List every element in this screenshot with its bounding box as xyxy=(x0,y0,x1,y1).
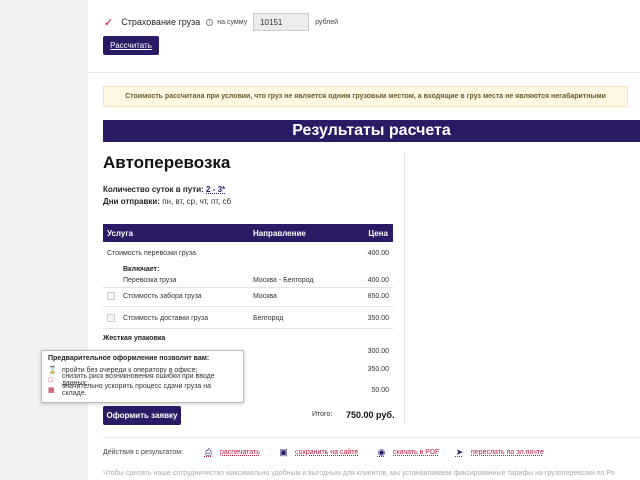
package-icon: ▦ xyxy=(48,386,55,394)
shipping-days: Дни отправки: пн, вт, ср, чт, пт, сб xyxy=(103,197,231,206)
tooltip-item: ▦ значительно ускорить процесс сдачи гру… xyxy=(48,383,237,397)
transit-label: Количество суток в пути: xyxy=(103,185,204,194)
row-direction: Белгород xyxy=(253,315,284,322)
printer-icon: ⎙ xyxy=(204,447,213,457)
calculate-button[interactable]: Рассчитать xyxy=(103,36,159,55)
insurance-row: ✓ Страхование груза i на сумму рублей xyxy=(104,12,338,32)
section-title: Автоперевозка xyxy=(103,153,231,172)
table-row: Стоимость перевозки груза xyxy=(107,250,197,257)
packaging-title: Жесткая упаковка xyxy=(103,335,166,342)
calculator-page: ✓ Страхование груза i на сумму рублей Ра… xyxy=(88,0,640,480)
shipping-days-value: пн, вт, ср, чт, пт, сб xyxy=(162,197,232,206)
send-icon: ➤ xyxy=(455,447,464,457)
row-divider xyxy=(103,306,393,307)
divider xyxy=(103,437,640,438)
row-direction: Москва xyxy=(253,293,277,300)
transit-value-link[interactable]: 2 - 3* xyxy=(206,185,225,194)
save-link[interactable]: ▣ сохранить на сайте xyxy=(279,448,358,457)
table-header: Услуга Направление Цена xyxy=(103,224,393,242)
shipping-days-label: Дни отправки: xyxy=(103,197,160,206)
insurance-label: Страхование груза xyxy=(121,17,201,27)
footer-text: Чтобы сделать наше сотрудничество максим… xyxy=(103,470,615,477)
insurance-unit: рублей xyxy=(315,18,339,26)
order-button[interactable]: Оформить заявку xyxy=(103,406,181,425)
extra-price: 300.00 xyxy=(367,348,389,355)
extra-price: 350.00 xyxy=(367,366,389,373)
header-service: Услуга xyxy=(107,229,134,238)
email-link[interactable]: ➤ переслать по эл.почте xyxy=(455,448,544,457)
actions-label: Действия с результатом: xyxy=(103,449,183,456)
calculation-note: Стоимость рассчитана при условии, что гр… xyxy=(103,86,628,107)
row-price: 350.00 xyxy=(367,315,389,322)
row-divider xyxy=(103,287,393,288)
info-icon[interactable]: i xyxy=(206,18,214,26)
header-direction: Направление xyxy=(253,229,306,238)
floppy-icon: ▣ xyxy=(279,447,288,457)
print-link[interactable]: ⎙ распечатать xyxy=(204,448,260,457)
column-divider xyxy=(404,152,405,424)
pickup-checkbox[interactable] xyxy=(107,292,115,300)
hourglass-icon: ⌛ xyxy=(48,366,57,374)
table-row: Стоимость доставки груза xyxy=(123,315,209,322)
order-benefits-tooltip: Предварительное оформление позволит вам:… xyxy=(41,350,244,403)
email-label: переслать по эл.почте xyxy=(471,449,544,456)
includes-label: Включает: xyxy=(123,266,160,273)
insurance-checkbox[interactable]: ✓ xyxy=(104,16,113,29)
insurance-sum-input[interactable] xyxy=(253,13,310,31)
download-icon: ◉ xyxy=(377,447,386,457)
delivery-checkbox[interactable] xyxy=(107,314,115,322)
services-table: Услуга Направление Цена Стоимость перево… xyxy=(103,224,393,394)
save-label: сохранить на сайте xyxy=(295,449,359,456)
total-value: 750.00 руб. xyxy=(346,410,395,420)
tooltip-item-text: значительно ускорить процесс сдачи груза… xyxy=(62,383,211,397)
row-price: 400.00 xyxy=(367,277,389,284)
pdf-label: скачать в PDF xyxy=(393,449,440,456)
transit-days: Количество суток в пути: 2 - 3* xyxy=(103,185,225,194)
row-divider xyxy=(103,328,393,329)
table-row: Стоимость забора груза xyxy=(123,293,202,300)
insurance-sum-label: на сумму xyxy=(217,18,248,26)
row-direction: Москва - Белгород xyxy=(253,277,314,284)
divider xyxy=(88,72,640,73)
header-price: Цена xyxy=(368,229,388,238)
row-price: 400.00 xyxy=(367,250,389,257)
results-title: Результаты расчета xyxy=(103,120,640,142)
print-label: распечатать xyxy=(220,449,260,456)
row-price: 850.00 xyxy=(367,293,389,300)
extra-price: 50.00 xyxy=(371,387,389,394)
tooltip-title: Предварительное оформление позволит вам: xyxy=(48,355,210,362)
total-label: Итого: xyxy=(312,411,333,418)
table-row: Перевозка груза xyxy=(123,277,177,284)
document-icon: □ xyxy=(48,376,54,384)
pdf-link[interactable]: ◉ скачать в PDF xyxy=(377,447,440,457)
